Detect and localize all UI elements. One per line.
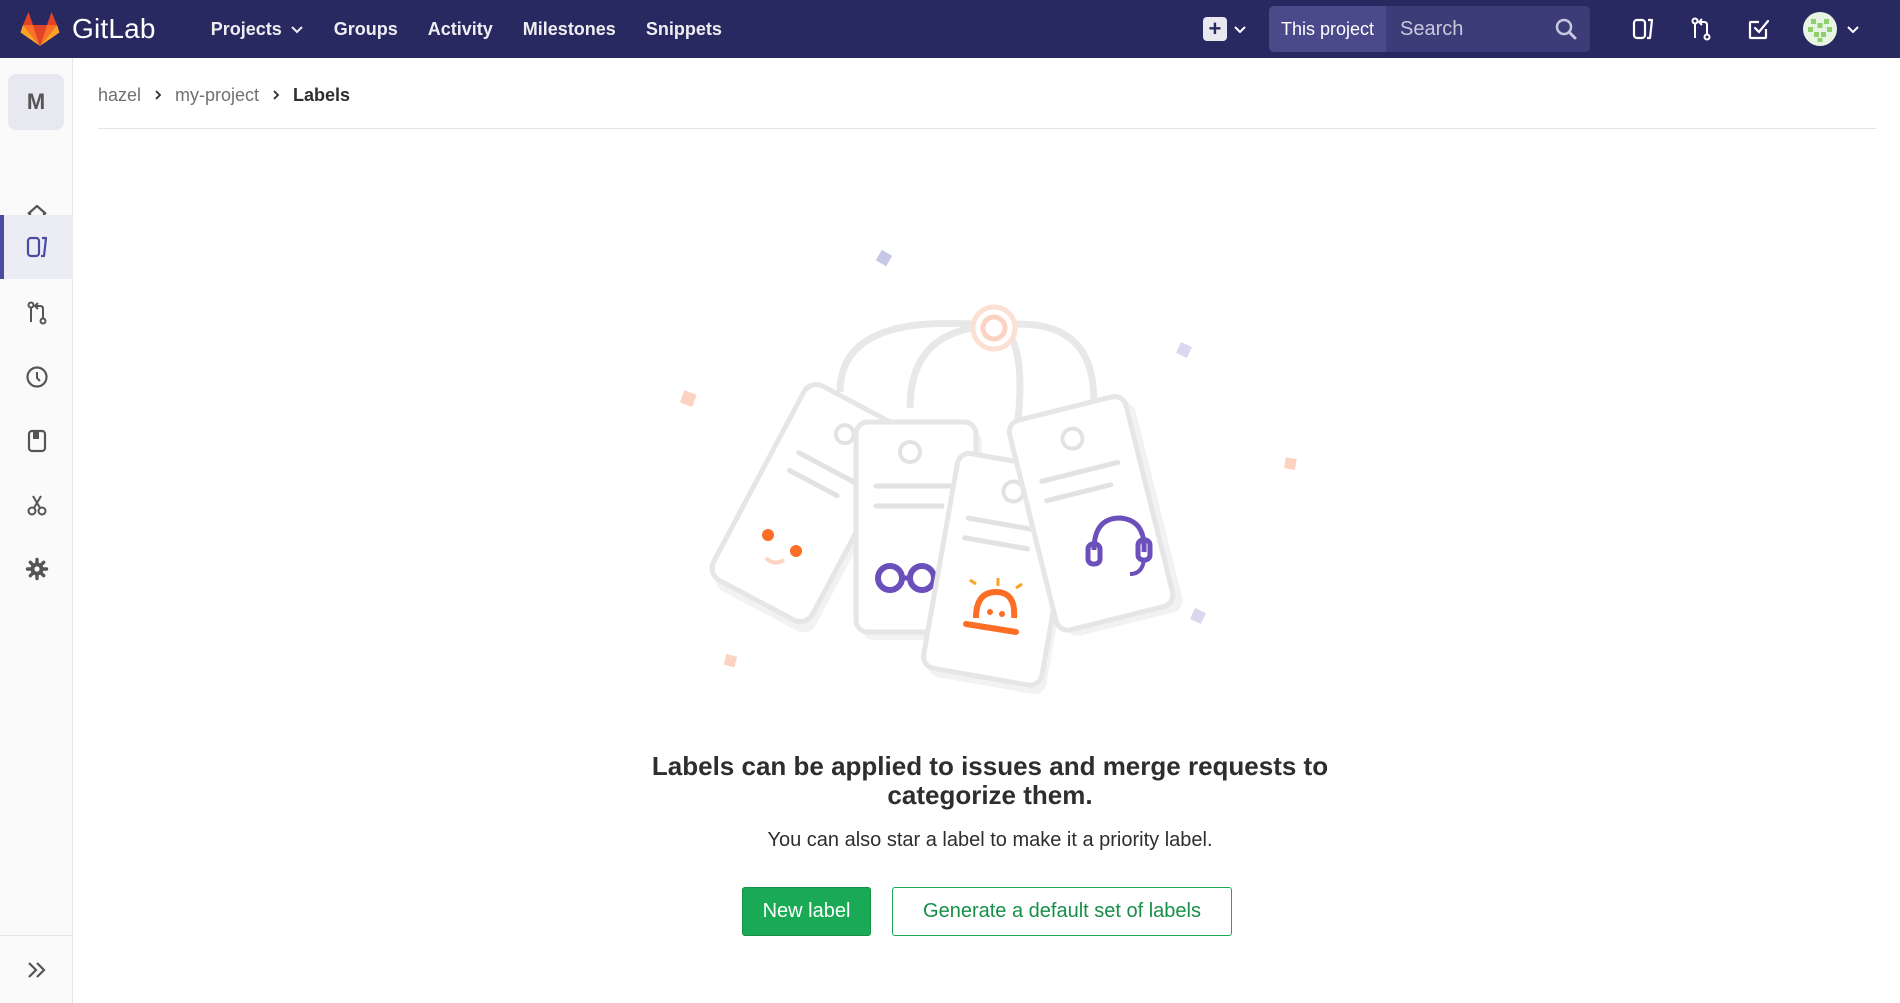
sidebar-item-snippets[interactable]: [0, 473, 73, 537]
sidebar-item-settings[interactable]: [0, 537, 73, 601]
empty-state-subtitle: You can also star a label to make it a p…: [767, 829, 1213, 851]
sidebar-item-wiki[interactable]: [0, 409, 73, 473]
merge-request-icon: [1691, 17, 1711, 41]
nav-todos-button[interactable]: [1730, 0, 1788, 58]
generate-default-labels-button[interactable]: Generate a default set of labels: [892, 887, 1232, 936]
breadcrumb-divider: [98, 128, 1876, 129]
double-chevron-right-icon: [27, 961, 46, 978]
nav-merge-requests-button[interactable]: [1672, 0, 1730, 58]
nav-snippets-label: Snippets: [645, 18, 722, 39]
nav-groups-label: Groups: [333, 18, 398, 39]
search-field: [1386, 6, 1590, 52]
labels-empty-illustration: [679, 249, 1297, 695]
chevron-right-icon: [273, 90, 280, 100]
issues-icon: [1632, 18, 1654, 40]
nav-milestones-label: Milestones: [522, 18, 616, 39]
nav-issues-button[interactable]: [1614, 0, 1672, 58]
search-icon[interactable]: [1554, 17, 1578, 41]
nav-projects[interactable]: Projects: [196, 0, 319, 58]
nav-projects-label: Projects: [210, 18, 282, 39]
search-scope-badge[interactable]: This project: [1268, 6, 1386, 52]
sidebar-item-issues[interactable]: [0, 215, 73, 279]
user-avatar-icon: [1803, 12, 1837, 46]
nav-snippets[interactable]: Snippets: [631, 0, 737, 58]
project-avatar[interactable]: M: [8, 74, 64, 130]
breadcrumb: hazel my-project Labels: [98, 75, 350, 115]
nav-activity-label: Activity: [427, 18, 493, 39]
empty-state-title: Labels can be applied to issues and merg…: [651, 751, 1329, 810]
merge-request-icon: [27, 301, 46, 325]
chevron-down-icon: [1234, 26, 1246, 34]
breadcrumb-project[interactable]: my-project: [175, 85, 259, 106]
sidebar-item-ci-cd[interactable]: [0, 345, 73, 409]
chevron-right-icon: [155, 90, 162, 100]
todo-icon: [1748, 19, 1770, 40]
chevron-down-icon: [1847, 26, 1859, 34]
search-bar: This project: [1268, 6, 1590, 52]
issues-icon: [26, 236, 47, 258]
top-navbar: GitLab Projects Groups Activity Mileston…: [0, 0, 1900, 58]
rocket-icon: [25, 366, 48, 388]
gitlab-home-link[interactable]: GitLab: [20, 0, 156, 58]
plus-square-icon: +: [1202, 17, 1227, 41]
breadcrumb-user[interactable]: hazel: [98, 85, 141, 106]
navbar-right: + This project: [1202, 0, 1900, 58]
gear-icon: [25, 557, 48, 581]
sidebar-item-merge-requests[interactable]: [0, 281, 73, 345]
breadcrumb-current[interactable]: Labels: [293, 85, 350, 106]
sidebar-collapse-button[interactable]: [0, 935, 73, 1003]
nav-activity[interactable]: Activity: [413, 0, 508, 58]
gitlab-logo-icon: [20, 12, 60, 46]
new-dropdown-button[interactable]: +: [1202, 17, 1247, 41]
scissors-icon: [27, 495, 46, 516]
chevron-down-icon: [291, 26, 303, 34]
brand-name: GitLab: [72, 13, 156, 44]
new-label-button[interactable]: New label: [742, 887, 871, 936]
main-nav: Projects Groups Activity Milestones Snip…: [196, 0, 737, 58]
project-sidebar: M: [0, 58, 73, 1003]
nav-milestones[interactable]: Milestones: [508, 0, 631, 58]
user-menu-dropdown[interactable]: [1802, 11, 1860, 47]
nav-groups[interactable]: Groups: [319, 0, 413, 58]
book-icon: [27, 429, 46, 453]
